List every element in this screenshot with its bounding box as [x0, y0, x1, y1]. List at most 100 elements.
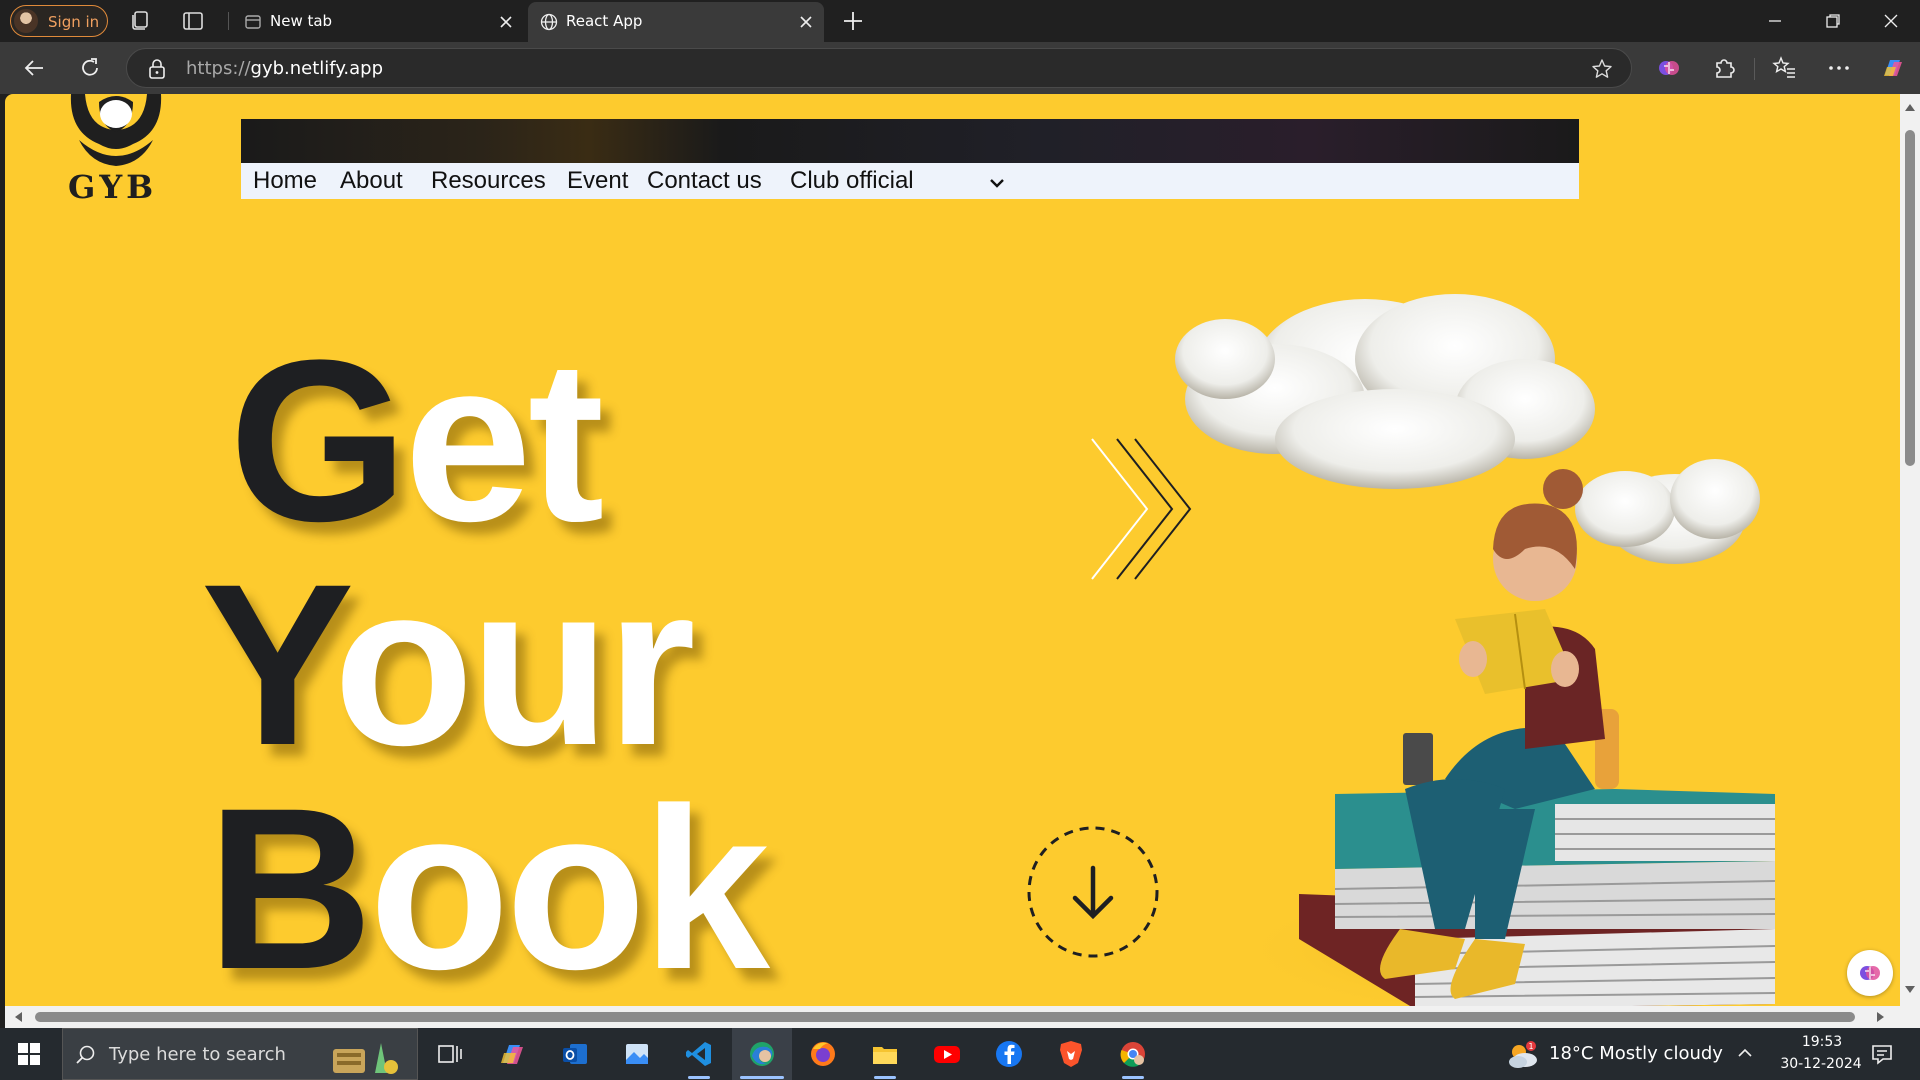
plus-icon[interactable]: [840, 8, 866, 34]
scroll-down-arrow[interactable]: [1905, 986, 1915, 993]
toolbar-divider: [1754, 58, 1755, 80]
globe-icon: [540, 13, 558, 31]
scroll-left-arrow[interactable]: [15, 1012, 22, 1022]
hero-letter: G: [229, 312, 408, 569]
brave-icon[interactable]: [1056, 1039, 1086, 1069]
lock-icon[interactable]: [147, 58, 167, 80]
hero-letters: et: [403, 312, 605, 569]
refresh-icon[interactable]: [77, 55, 103, 81]
tab-new-tab[interactable]: New tab: [232, 2, 524, 42]
close-window-icon[interactable]: [1880, 10, 1902, 32]
more-icon[interactable]: [1826, 55, 1852, 81]
nav-resources[interactable]: Resources: [431, 167, 546, 195]
logo-text: GYB: [68, 168, 158, 206]
laptop-icon: [1403, 733, 1433, 785]
chevron-up-icon[interactable]: [1736, 1044, 1754, 1062]
browser-toolbar: https://gyb.netlify.app: [0, 42, 1920, 94]
search-highlight-illustration: [333, 1043, 398, 1074]
weather-cloudy-icon[interactable]: 1: [1505, 1040, 1539, 1070]
nav-club-official[interactable]: Club official: [790, 167, 914, 195]
url-host: gyb.netlify.app: [250, 58, 384, 79]
book-stack: [1299, 789, 1775, 1006]
copilot-icon[interactable]: [1880, 55, 1906, 81]
nav-menu: Home About Resources Event Contact us Cl…: [241, 163, 1579, 199]
vscode-icon[interactable]: [684, 1039, 714, 1069]
url-text: https://gyb.netlify.app: [186, 58, 383, 79]
horizontal-scrollbar[interactable]: [5, 1006, 1900, 1028]
running-indicator: [1122, 1076, 1144, 1079]
scroll-down-button[interactable]: [1025, 824, 1161, 960]
hero-word-get: Get: [229, 326, 604, 556]
copilot-brain-icon[interactable]: [1656, 55, 1682, 81]
hero-letter: B: [207, 760, 373, 1006]
close-icon[interactable]: [798, 14, 814, 30]
hero-letters: our: [333, 536, 695, 793]
profile-avatar: [14, 9, 38, 33]
page-viewport: GYB Home About Resources Event Contact u…: [5, 94, 1900, 1006]
tab-title: React App: [566, 12, 643, 30]
nav-about[interactable]: About: [340, 167, 403, 195]
tab-title: New tab: [270, 12, 333, 30]
restore-icon[interactable]: [1822, 10, 1844, 32]
taskbar-search[interactable]: Type here to search: [62, 1028, 418, 1080]
youtube-icon[interactable]: [932, 1039, 962, 1069]
scroll-up-arrow[interactable]: [1905, 104, 1915, 111]
edge-icon[interactable]: [747, 1039, 777, 1069]
running-indicator: [874, 1076, 896, 1079]
sign-in-button[interactable]: Sign in: [10, 5, 108, 37]
workspaces-icon[interactable]: [128, 8, 154, 34]
task-view-icon[interactable]: [435, 1039, 465, 1069]
search-icon: [76, 1045, 95, 1064]
photos-icon[interactable]: [622, 1039, 652, 1069]
hero-word-book: Book: [207, 774, 770, 1004]
site-navbar: Home About Resources Event Contact us Cl…: [241, 119, 1579, 199]
address-bar[interactable]: https://gyb.netlify.app: [126, 48, 1632, 88]
browser-tab-bar: Sign in New tab React App: [0, 0, 1920, 42]
hero-letter: Y: [201, 536, 337, 793]
favorites-icon[interactable]: [1771, 55, 1797, 81]
running-indicator: [740, 1076, 784, 1079]
vertical-scrollbar[interactable]: [1900, 94, 1920, 1028]
nav-contact[interactable]: Contact us: [647, 167, 762, 195]
running-indicator: [688, 1076, 710, 1079]
search-placeholder: Type here to search: [109, 1044, 286, 1065]
ai-assistant-button[interactable]: [1847, 950, 1893, 996]
navbar-banner: [241, 119, 1579, 163]
url-protocol: https://: [186, 58, 251, 79]
chevron-down-icon[interactable]: [989, 177, 1005, 189]
scrollbar-thumb[interactable]: [35, 1012, 1855, 1022]
close-icon[interactable]: [498, 14, 514, 30]
nav-event[interactable]: Event: [567, 167, 628, 195]
outlook-icon[interactable]: [560, 1039, 590, 1069]
copilot-taskbar-icon[interactable]: [498, 1039, 528, 1069]
cloud-small: [1575, 459, 1760, 564]
notifications-icon[interactable]: [1870, 1042, 1894, 1066]
tab-actions-icon[interactable]: [180, 8, 206, 34]
windows-start-icon[interactable]: [18, 1043, 40, 1065]
brain-icon: [1860, 966, 1880, 980]
weather-badge: 1: [1528, 1042, 1533, 1051]
windows-taskbar: Type here to search 1 18°C Mostly cloudy…: [0, 1028, 1920, 1080]
facebook-icon[interactable]: [994, 1039, 1024, 1069]
tab-divider: [228, 12, 229, 30]
hero-word-your: Your: [201, 550, 696, 780]
arrow-down-icon: [1072, 865, 1114, 920]
scroll-right-arrow[interactable]: [1877, 1012, 1884, 1022]
sign-in-label: Sign in: [48, 13, 100, 31]
minimize-icon[interactable]: [1764, 10, 1786, 32]
weather-text[interactable]: 18°C Mostly cloudy: [1549, 1043, 1723, 1064]
star-icon[interactable]: [1591, 58, 1613, 80]
reading-girl-illustration: [1175, 294, 1775, 1006]
back-icon[interactable]: [22, 55, 48, 81]
chrome-icon[interactable]: [1118, 1039, 1148, 1069]
nav-home[interactable]: Home: [253, 167, 317, 195]
clock-time[interactable]: 19:53: [1792, 1034, 1852, 1050]
firefox-icon[interactable]: [808, 1039, 838, 1069]
tab-react-app[interactable]: React App: [528, 2, 824, 42]
hero-letters: ook: [369, 760, 770, 1006]
new-tab-page-icon: [245, 15, 261, 29]
clock-date[interactable]: 30-12-2024: [1766, 1056, 1876, 1072]
file-explorer-icon[interactable]: [870, 1039, 900, 1069]
extensions-icon[interactable]: [1711, 55, 1737, 81]
scrollbar-thumb[interactable]: [1905, 130, 1915, 466]
